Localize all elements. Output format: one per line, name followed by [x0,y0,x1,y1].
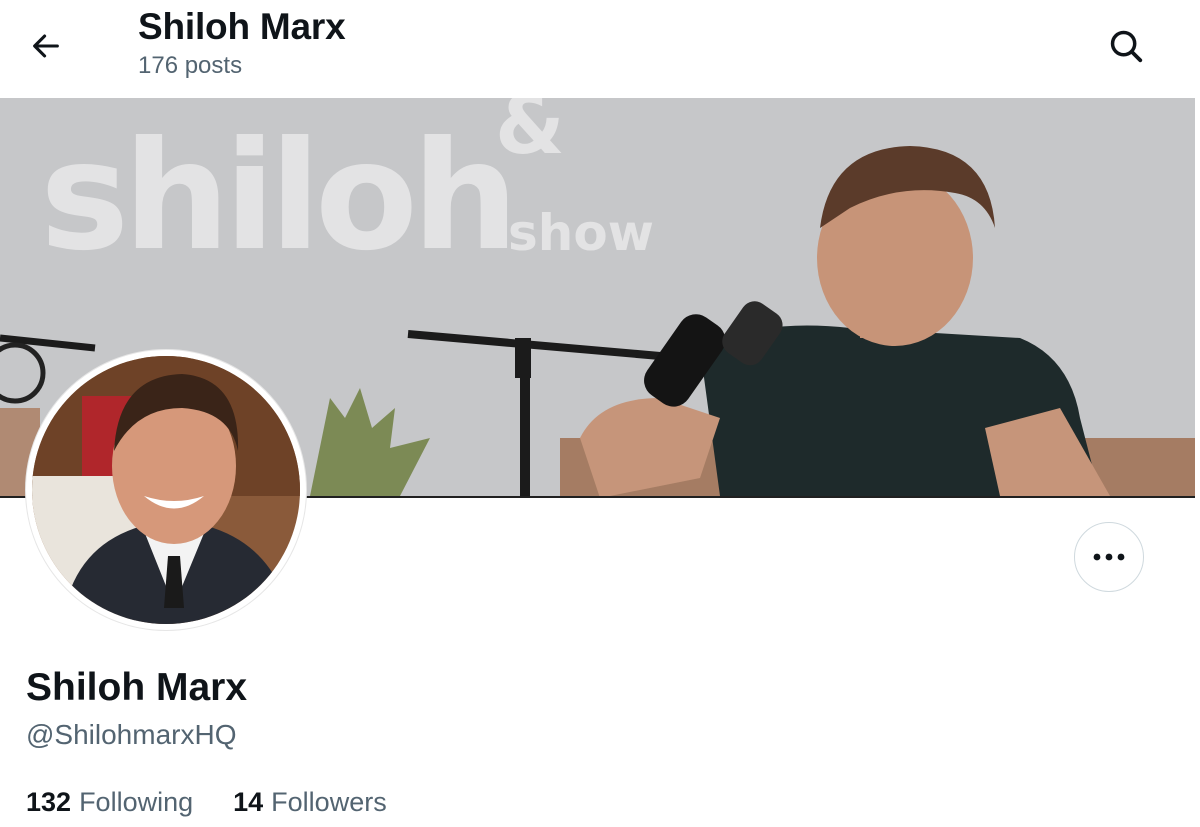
following-link[interactable]: 132 Following [26,784,193,820]
post-count: 176 posts [138,52,243,79]
followers-label: Followers [271,787,387,817]
arrow-left-icon [33,34,59,58]
followers-count: 14 [233,787,264,817]
followers-link[interactable]: 14 Followers [233,784,387,820]
profile-stats: 132 Following 14 Followers [26,784,387,820]
more-options-button[interactable] [1074,522,1144,592]
banner-logo-word: shiloh [40,110,513,284]
avatar[interactable] [26,350,306,630]
search-icon [1110,30,1143,63]
top-bar: Shiloh Marx 176 posts [0,0,1195,98]
following-label: Following [79,787,194,817]
banner-logo-amp: & [495,98,565,172]
banner-logo-show: show [508,204,654,262]
page-title: Shiloh Marx [138,6,346,47]
avatar-image [32,356,300,624]
following-count: 132 [26,787,72,817]
profile-name: Shiloh Marx [26,666,248,709]
search-button[interactable] [1100,20,1152,72]
profile-handle: @ShilohmarxHQ [26,719,237,750]
more-horizontal-icon [1093,553,1125,561]
back-button[interactable] [22,22,70,70]
